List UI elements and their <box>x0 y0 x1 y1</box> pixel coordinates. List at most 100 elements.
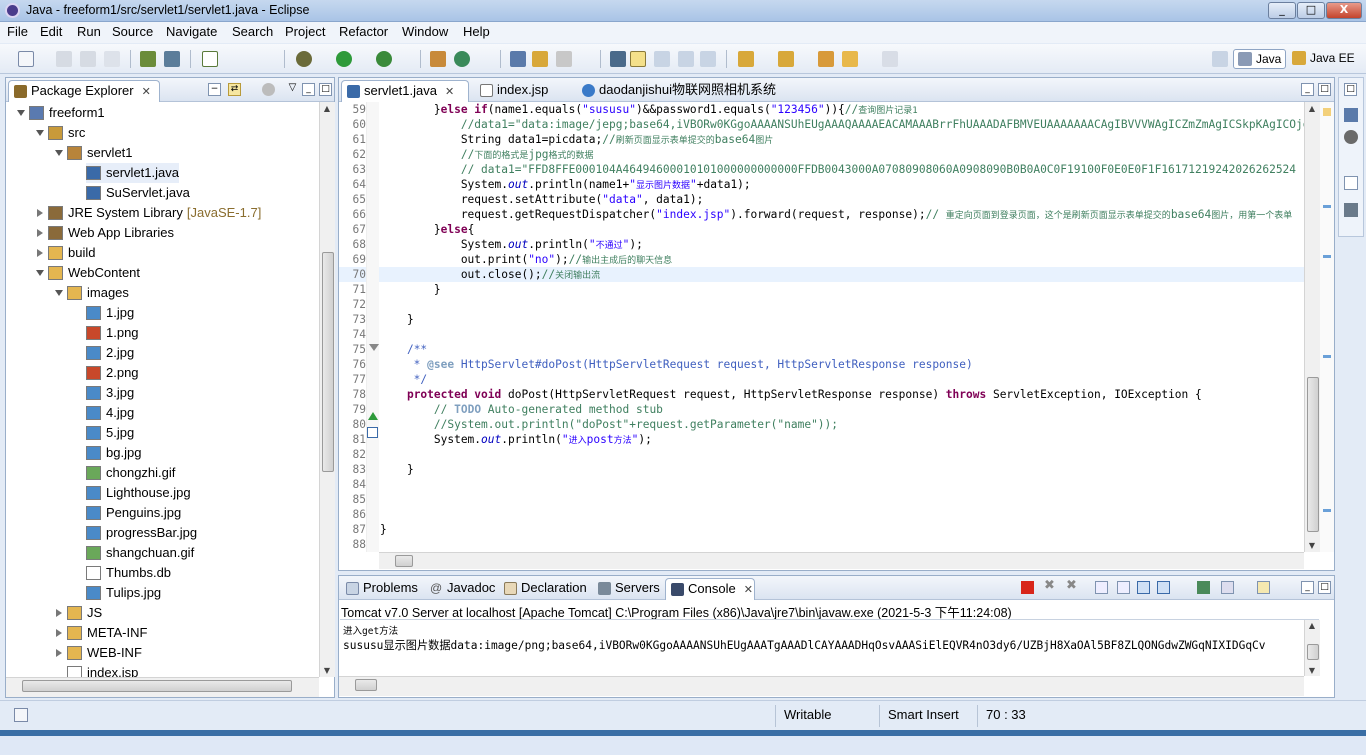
collapse-triangle-icon[interactable] <box>37 249 43 257</box>
tree-item[interactable]: META-INF <box>56 623 147 643</box>
tab-index-jsp[interactable]: index.jsp <box>475 80 575 102</box>
editor-horizontal-scrollbar[interactable] <box>379 552 1304 569</box>
code-line[interactable]: 70 out.close();//关闭输出流 <box>339 267 1304 282</box>
menu-source[interactable]: Source <box>112 24 153 39</box>
marker-4[interactable] <box>1323 509 1331 512</box>
prev-annotation-icon[interactable] <box>778 51 794 67</box>
tree-hscroll-thumb[interactable] <box>22 680 292 692</box>
code-line[interactable]: 61 String data1=picdata;//刷新页面显示表单提交的bas… <box>339 132 1304 147</box>
perspective-java-ee[interactable]: Java EE <box>1288 49 1359 69</box>
next-annotation-icon[interactable] <box>738 51 754 67</box>
remove-all-icon[interactable]: ✖ <box>1065 579 1078 594</box>
restore-bottom-icon[interactable] <box>1344 176 1358 190</box>
tree-item[interactable]: Web App Libraries <box>37 223 174 243</box>
show-stdout-icon[interactable] <box>1157 581 1170 594</box>
tree-item[interactable]: WEB-INF <box>56 643 142 663</box>
tree-item[interactable]: src <box>36 123 85 143</box>
code-line[interactable]: 86 <box>339 507 1304 522</box>
editor-scroll-thumb[interactable] <box>1307 377 1319 532</box>
maximize-console-icon[interactable]: □ <box>1318 581 1331 594</box>
collapse-all-icon[interactable]: − <box>208 83 221 96</box>
perspective-java[interactable]: Java <box>1233 49 1287 69</box>
clear-console-icon[interactable] <box>1095 581 1108 594</box>
code-line[interactable]: 82 <box>339 447 1304 462</box>
code-line[interactable]: 81 System.out.println("进入post方法"); <box>339 432 1304 447</box>
tab-javadoc[interactable]: @ Javadoc <box>425 578 497 600</box>
tree-item[interactable]: 2.jpg <box>86 343 134 363</box>
open-console-icon[interactable] <box>1257 581 1270 594</box>
expand-triangle-icon[interactable] <box>55 150 63 156</box>
view-menu-icon[interactable] <box>262 83 275 96</box>
code-line[interactable]: 73 } <box>339 312 1304 327</box>
close-button[interactable]: X <box>1326 2 1362 19</box>
collapse-triangle-icon[interactable] <box>37 209 43 217</box>
code-line[interactable]: 79 // TODO Auto-generated method stub <box>339 402 1304 417</box>
pin-console-icon[interactable] <box>1197 581 1210 594</box>
print-icon[interactable] <box>104 51 120 67</box>
code-line[interactable]: 68 System.out.println("不通过"); <box>339 237 1304 252</box>
marker-3[interactable] <box>1323 355 1331 358</box>
tree-item[interactable]: bg.jpg <box>86 443 141 463</box>
menu-navigate[interactable]: Navigate <box>166 24 217 39</box>
tree-item[interactable]: images <box>55 283 129 303</box>
tree-item[interactable]: shangchuan.gif <box>86 543 194 563</box>
open-type-icon[interactable] <box>510 51 526 67</box>
tree-item[interactable]: servlet1 <box>55 143 133 163</box>
marker-1[interactable] <box>1323 205 1331 208</box>
tree-item[interactable]: build <box>37 243 95 263</box>
collapse-triangle-icon[interactable] <box>56 649 62 657</box>
minimize-view-icon[interactable]: _ <box>302 83 315 96</box>
open-perspective-icon[interactable] <box>1212 51 1228 67</box>
tree-item[interactable]: 3.jpg <box>86 383 134 403</box>
tree-item[interactable]: 1.png <box>86 323 139 343</box>
fast-view-icon[interactable] <box>14 708 28 722</box>
bookmarks-icon[interactable] <box>1344 203 1358 217</box>
tree-item[interactable]: Lighthouse.jpg <box>86 483 191 503</box>
block-select-icon[interactable] <box>654 51 670 67</box>
close-tab-icon[interactable]: ✕ <box>142 86 151 98</box>
new-java-project-icon[interactable] <box>430 51 446 67</box>
code-line[interactable]: 63 // data1="FFD8FFE000104A4649460001010… <box>339 162 1304 177</box>
scroll-lock-icon[interactable] <box>1117 581 1130 594</box>
minimize-editor-icon[interactable]: _ <box>1301 83 1314 96</box>
collapse-triangle-icon[interactable] <box>56 609 62 617</box>
console-horizontal-scrollbar[interactable] <box>339 676 1304 696</box>
expand-triangle-icon[interactable] <box>36 130 44 136</box>
code-line[interactable]: 66 request.getRequestDispatcher("index.j… <box>339 207 1304 222</box>
tree-scroll-thumb[interactable] <box>322 252 334 472</box>
tree-vertical-scrollbar[interactable]: ▲ ▼ <box>319 102 335 677</box>
search-icon[interactable] <box>556 51 572 67</box>
tab-console[interactable]: Console ✕ <box>665 578 755 600</box>
tab-problems[interactable]: Problems <box>341 578 423 600</box>
tree-item[interactable]: JRE System Library [JavaSE-1.7] <box>37 203 261 223</box>
tab-servers[interactable]: Servers <box>593 578 663 600</box>
code-line[interactable]: 69 out.print("no");//输出主成后的聊天信息 <box>339 252 1304 267</box>
tree-item[interactable]: JS <box>56 603 102 623</box>
expand-triangle-icon[interactable] <box>36 270 44 276</box>
new-icon[interactable] <box>18 51 34 67</box>
highlight-icon[interactable] <box>630 51 646 67</box>
editor-vertical-scrollbar[interactable]: ▲ ▼ <box>1304 102 1320 552</box>
code-line[interactable]: 67 }else{ <box>339 222 1304 237</box>
code-line[interactable]: 65 request.setAttribute("data", data1); <box>339 192 1304 207</box>
code-line[interactable]: 84 <box>339 477 1304 492</box>
code-line[interactable]: 59 }else if(name1.equals("sususu")&&pass… <box>339 102 1304 117</box>
tree-item[interactable]: 5.jpg <box>86 423 134 443</box>
menu-edit[interactable]: Edit <box>40 24 62 39</box>
code-line[interactable]: 85 <box>339 492 1304 507</box>
show-whitespace-icon[interactable] <box>700 51 716 67</box>
display-console-icon[interactable] <box>1221 581 1234 594</box>
tree-item[interactable]: chongzhi.gif <box>86 463 175 483</box>
code-line[interactable]: 75 /** <box>339 342 1304 357</box>
code-line[interactable]: 80 //System.out.println("doPost"+request… <box>339 417 1304 432</box>
tree-horizontal-scrollbar[interactable] <box>6 677 319 697</box>
code-line[interactable]: 77 */ <box>339 372 1304 387</box>
tree-item[interactable]: 2.png <box>86 363 139 383</box>
collapse-triangle-icon[interactable] <box>37 229 43 237</box>
debug-icon[interactable] <box>296 51 312 67</box>
menu-search[interactable]: Search <box>232 24 273 39</box>
tree-item[interactable]: servlet1.java <box>86 163 179 183</box>
menu-window[interactable]: Window <box>402 24 448 39</box>
editor-hscroll-thumb[interactable] <box>395 555 413 567</box>
close-tab-icon[interactable]: ✕ <box>445 86 454 98</box>
